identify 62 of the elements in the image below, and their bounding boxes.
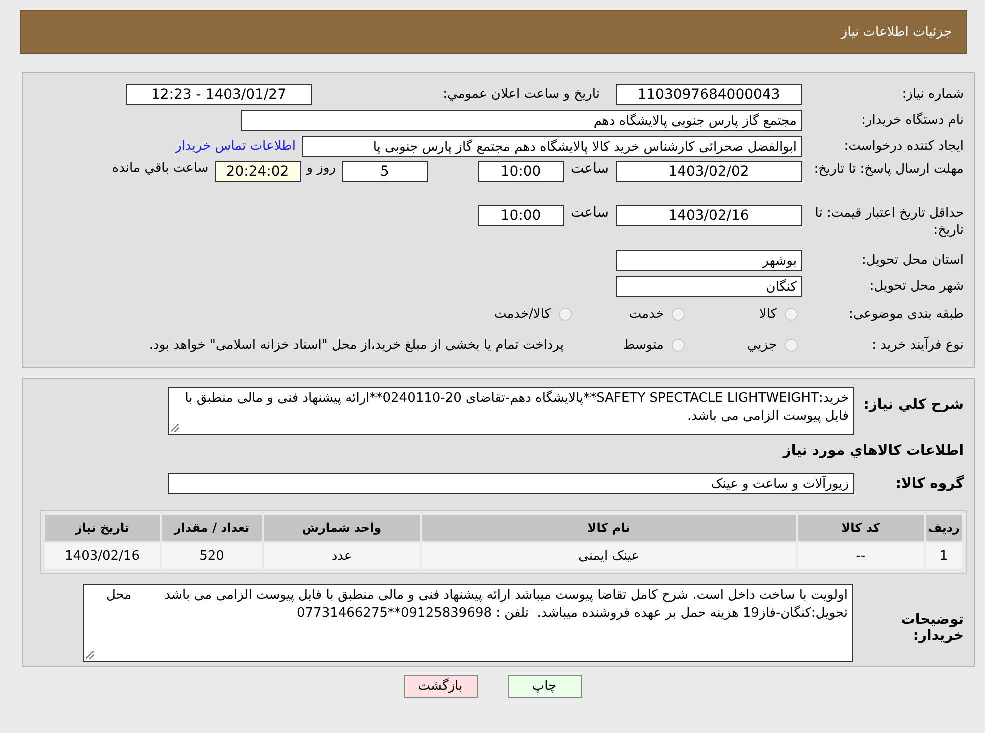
input-field[interactable]: 10:00 xyxy=(478,161,564,182)
input-field[interactable]: زیورآلات و ساعت و عینک xyxy=(168,473,854,494)
option-label: کالا xyxy=(758,307,777,322)
field-label: طبقه بندی موضوعی: xyxy=(848,306,965,323)
notes-textarea[interactable]: اولویت با ساخت داخل است. شرح کامل تقاضا پیوست میباشد ارائه پیشنهاد فنی و مالی منطبق با فایل پیوست الزامی می باشد محل تحویل:کنگان-فاز19 هزینه حمل بر عهده فروشنده میباشد. تلفن : 09125839698**07731466275 xyxy=(83,584,853,662)
table-cell: عدد xyxy=(264,543,420,569)
radio-button[interactable] xyxy=(559,308,572,321)
option-label: کالا/خدمت xyxy=(493,307,551,322)
field-label: تاریخ و ساعت اعلان عمومي: xyxy=(442,86,601,102)
contact-link[interactable]: اطلاعات تماس خریدار xyxy=(176,138,296,154)
option-label: متوسط xyxy=(622,338,664,353)
column-header: تاریخ نیاز xyxy=(45,515,160,541)
radio-button[interactable] xyxy=(672,308,685,321)
resize-grip-icon[interactable] xyxy=(86,651,94,659)
field-label: شرح کلي نیاز: xyxy=(862,396,965,413)
field-label: ساعت xyxy=(570,205,610,221)
input-field[interactable]: مجتمع گاز پارس جنوبی پالایشگاه دهم xyxy=(241,110,802,130)
table-cell: عینک ایمنی xyxy=(422,543,796,569)
field-label: ساعت xyxy=(570,161,610,177)
option-label: خدمت xyxy=(628,307,664,322)
input-field[interactable]: 10:00 xyxy=(478,205,564,226)
column-header: تعداد / مقدار xyxy=(162,515,262,541)
table-cell: 1403/02/16 xyxy=(45,543,160,569)
column-header: نام کالا xyxy=(422,515,796,541)
field-label: شهر محل تحویل: xyxy=(868,278,965,294)
field-label: ایجاد کننده درخواست: xyxy=(843,138,965,154)
field-label: مهلت ارسال پاسخ: تا تاریخ: xyxy=(813,161,965,178)
input-field[interactable]: 1403/02/02 xyxy=(616,161,802,182)
print-button[interactable]: چاپ xyxy=(508,675,582,698)
input-field[interactable]: ابوالفضل صحرائی کارشناس خرید کالا پالایشگاه دهم مجتمع گاز پارس جنوبی پا xyxy=(302,136,802,156)
field-label: توضیحات خریدار: xyxy=(900,611,965,644)
input-field[interactable]: بوشهر xyxy=(616,250,802,270)
field-label: حداقل تاریخ اعتبار قیمت: تا تاریخ: xyxy=(814,205,965,239)
summary-textarea[interactable]: خرید:SAFETY SPECTACLE LIGHTWEIGHT**پالایشگاه دهم-تقاضای 20-0240110**ارائه پیشنهاد فنی و مالی منطبق با فایل پیوست الزامی می باشد. xyxy=(168,387,854,435)
field-label: نام دستگاه خریدار: xyxy=(860,112,965,128)
field-label: نوع فرآیند خرید : xyxy=(871,337,965,354)
column-header: ردیف xyxy=(926,515,962,541)
input-field[interactable]: 20:24:02 xyxy=(214,161,301,182)
payment-note: پرداخت تمام یا بخشی از مبلغ خرید،از محل "اسناد خزانه اسلامی" خواهد بود. xyxy=(149,338,564,353)
radio-button[interactable] xyxy=(785,308,798,321)
table-cell: 520 xyxy=(162,543,262,569)
field-label: استان محل تحویل: xyxy=(861,252,965,268)
option-label: جزيي xyxy=(746,338,777,353)
field-label: روز و xyxy=(306,161,336,176)
input-field[interactable]: کنگان xyxy=(616,276,802,296)
field-label: ساعت باقي مانده xyxy=(112,161,209,176)
input-field[interactable]: 1103097684000043 xyxy=(616,84,802,104)
column-header: واحد شمارش xyxy=(264,515,420,541)
table-cell: -- xyxy=(798,543,924,569)
input-field[interactable]: 1403/01/27 - 12:23 xyxy=(126,84,312,104)
radio-button[interactable] xyxy=(672,339,685,352)
back-button[interactable]: بازگشت xyxy=(404,675,478,698)
field-label: شماره نیاز: xyxy=(901,86,965,102)
radio-button[interactable] xyxy=(785,339,798,352)
table-cell: 1 xyxy=(926,543,962,569)
section-heading: اطلاعات کالاهاي مورد نیاز xyxy=(782,442,965,461)
column-header: کد کالا xyxy=(798,515,924,541)
input-field[interactable]: 5 xyxy=(342,161,428,182)
resize-grip-icon[interactable] xyxy=(171,424,179,432)
input-field[interactable]: 1403/02/16 xyxy=(616,205,802,226)
field-label: گروه کالا: xyxy=(894,476,965,492)
page-title: جزئیات اطلاعات نیاز xyxy=(841,24,952,40)
